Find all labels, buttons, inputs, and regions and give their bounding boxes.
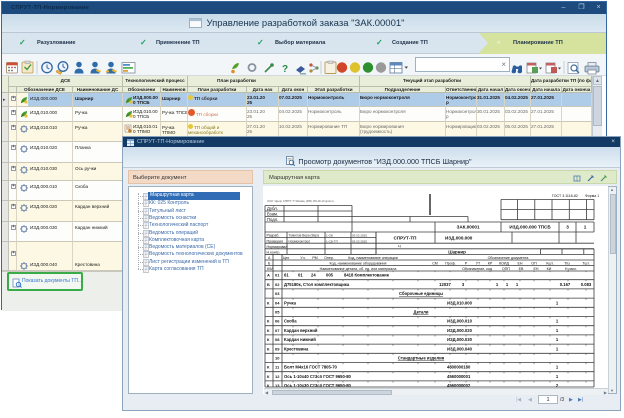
svg-text:Б: Б [267,282,270,287]
svg-text:04: 04 [275,300,280,305]
svg-text:Скоба: Скоба [284,319,297,324]
svg-text:12: 12 [275,374,280,379]
svg-text:1-СБ-ТП: 1-СБ-ТП [326,239,338,243]
svg-text:Стандартные изделия: Стандартные изделия [398,356,445,361]
svg-text:Уч.: Уч. [300,256,305,260]
svg-text:К/М: К/М [267,267,273,271]
svg-text:01: 01 [275,273,280,278]
svg-text:ГОСТ 3.1118-82: ГОСТ 3.1118-82 [552,194,578,198]
svg-text:24: 24 [311,273,316,278]
svg-text:1-ОБ: 1-ОБ [326,234,333,238]
svg-text:61: 61 [284,273,289,278]
svg-text:10: 10 [275,356,280,361]
svg-text:РМ: РМ [312,256,317,260]
svg-text:Тпз: Тпз [564,261,570,265]
svg-text:КОИД: КОИД [499,261,509,265]
svg-text:Подл.: Подл. [267,217,278,222]
svg-text:ИЗД.000.010: ИЗД.000.010 [447,319,473,324]
svg-text:Кардан верхний: Кардан верхний [284,328,318,333]
svg-text:005: 005 [326,273,334,278]
svg-text:Ось 1-10х40 Ст3сп ГОСТ 9650-80: Ось 1-10х40 Ст3сп ГОСТ 9650-80 [284,374,352,379]
svg-text:03: 03 [275,291,280,296]
svg-text:Разраб.: Разраб. [267,234,280,238]
svg-text:Нормоконтрол: Нормоконтрол [289,239,311,243]
svg-text:Взам.: Взам. [267,212,278,217]
svg-text:Цех: Цех [283,256,290,260]
svg-text:02: 02 [275,282,280,287]
svg-text:А: А [267,273,270,278]
svg-text:Н.контр.: Н.контр. [267,251,281,255]
svg-text:4800000180: 4800000180 [447,365,471,370]
svg-text:12037: 12037 [439,282,451,287]
svg-text:Код, наименование операции: Код, наименование операции [348,256,397,260]
svg-text:Д75180к, Стол комплектовщика: Д75180к, Стол комплектовщика [284,282,350,287]
svg-text:ИЗД.010.000: ИЗД.010.000 [447,300,473,305]
svg-text:Форма 1: Форма 1 [585,194,599,198]
svg-text:ОП: ОП [531,261,537,265]
svg-text:Наименование детали, сб. ед. и: Наименование детали, сб. ед. или материа… [320,267,397,271]
svg-text:СМ: СМ [432,261,438,265]
svg-text:Сборочные единицы: Сборочные единицы [399,291,443,296]
svg-text:3: 3 [566,225,569,230]
svg-text:Код, наименование оборудования: Код, наименование оборудования [330,261,387,265]
svg-text:0.167: 0.167 [560,282,571,287]
svg-text:УТ: УТ [476,261,481,265]
svg-text:03.02.2025: 03.02.2025 [352,234,367,238]
svg-text:Шарнир: Шарнир [448,250,466,255]
svg-text:Кшт.: Кшт. [546,261,553,265]
svg-text:Проф.: Проф. [445,261,456,265]
svg-text:ЕВ: ЕВ [519,267,524,271]
svg-text:Ручка: Ручка [284,300,297,305]
svg-text:ЕН: ЕН [534,267,539,271]
svg-text:ИЗД.000.000: ИЗД.000.000 [445,236,473,241]
svg-text:4560000001: 4560000001 [447,374,471,379]
svg-text:Обозначение документа: Обозначение документа [488,256,529,260]
svg-text:Ч: Ч [398,244,401,249]
svg-text:Детали: Детали [414,310,429,315]
svg-text:ИЗД.000.030: ИЗД.000.030 [447,337,473,342]
svg-text:СПРУТ-ТП: СПРУТ-ТП [394,236,417,241]
svg-text:09: 09 [275,346,280,351]
svg-text:05: 05 [275,310,280,315]
svg-text:Опер.: Опер. [324,256,334,260]
svg-text:Н.расх.: Н.расх. [565,267,577,271]
svg-text:06: 06 [275,319,280,324]
svg-text:ОПП: ОПП [502,267,510,271]
svg-text:Крестовина: Крестовина [284,346,309,351]
svg-text:Дубл.: Дубл. [267,206,278,211]
svg-text:?: ? [282,64,288,75]
svg-text:Нормировал: Нормировал [267,245,288,249]
svg-text:Обозначение, код: Обозначение, код [462,267,493,271]
svg-text:ЕН: ЕН [518,261,523,265]
svg-text:8418 Комплектование: 8418 Комплектование [344,273,390,278]
svg-text:01: 01 [298,273,303,278]
svg-text:07: 07 [275,328,280,333]
svg-text:ИЗД.000.020: ИЗД.000.020 [447,328,473,333]
svg-text:Кардан нижний: Кардан нижний [284,337,316,342]
svg-text:ИЗД.000.040: ИЗД.000.040 [447,346,473,351]
svg-text:ИЗД.000.000 ТПСБ: ИЗД.000.000 ТПСБ [509,225,551,230]
svg-text:Болт М4х16 ГОСТ 7805-70: Болт М4х16 ГОСТ 7805-70 [284,365,338,370]
svg-text:08: 08 [275,337,280,342]
svg-text:Проверил: Проверил [267,239,284,243]
svg-text:Томилов Вера (Вера: Томилов Вера (Вера [289,234,320,238]
svg-text:ООО "Центр СПРУТ-Т" Москва, (4: ООО "Центр СПРУТ-Т" Москва, (495) 181-00… [267,199,335,203]
svg-text:0.083: 0.083 [581,282,592,287]
svg-text:КР: КР [488,261,493,265]
svg-text:ЗАК.00001: ЗАК.00001 [456,225,479,230]
svg-text:03.02.2025: 03.02.2025 [352,239,367,243]
svg-text:Тшт.: Тшт. [582,261,589,265]
svg-text:1: 1 [584,225,587,230]
svg-text:КИ: КИ [547,267,552,271]
